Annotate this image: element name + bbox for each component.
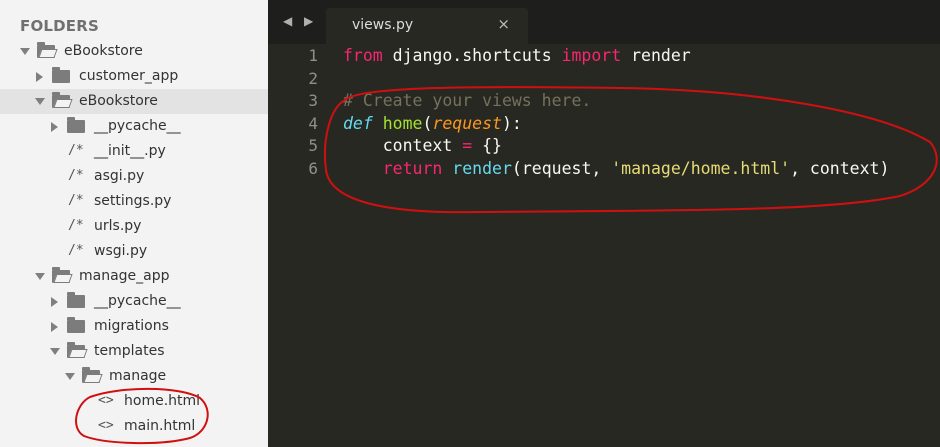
disclosure-open-icon[interactable] (35, 273, 45, 280)
tab-nav-arrows[interactable]: ◀ ▶ (283, 14, 317, 28)
tree-item-label: __init__.py (94, 143, 166, 159)
html-file-icon: <> (98, 418, 114, 433)
tree-item[interactable]: eBookstore (0, 89, 268, 114)
line-number: 6 (308, 159, 318, 178)
folder-open-icon (82, 367, 100, 383)
tree-item-label: urls.py (94, 218, 142, 234)
code-token: context (343, 136, 463, 156)
disclosure-closed-icon[interactable] (51, 297, 58, 307)
python-file-icon: /* (68, 218, 84, 233)
tree-item[interactable]: manage (0, 364, 268, 389)
code-token: (request, (511, 159, 612, 178)
tree-item-label: home.html (124, 393, 201, 409)
code-token: def (343, 113, 373, 133)
code-token: home (382, 113, 423, 133)
code-line[interactable]: context = {} (343, 136, 502, 155)
code-token: return (382, 159, 443, 178)
tree-item-label: __pycache__ (94, 118, 181, 134)
sidebar: FOLDERS eBookstore customer_app eBookstore… (0, 0, 268, 447)
folder-icon (67, 317, 85, 333)
tree-item[interactable]: /* settings.py (0, 189, 268, 214)
code-token: ( (422, 113, 433, 133)
tree-item[interactable]: manage_app (0, 264, 268, 289)
tree-item[interactable]: <> main.html (0, 414, 268, 439)
code-line[interactable]: def home(request): (343, 114, 522, 133)
line-number: 2 (308, 68, 318, 88)
code-line[interactable]: return render(request, 'manage/home.html… (343, 159, 890, 178)
python-file-icon: /* (68, 193, 84, 208)
python-file-icon: /* (68, 143, 84, 158)
tree-item[interactable]: customer_app (0, 64, 268, 89)
tree-item-label: manage (109, 368, 167, 384)
folder-icon (67, 117, 85, 133)
line-number: 1 (308, 46, 318, 65)
tab-views-py[interactable]: views.py × (326, 8, 528, 44)
folder-open-icon (52, 92, 70, 108)
code-editor[interactable]: from django.shortcuts import render # Cre… (343, 44, 940, 447)
tree-item[interactable]: __pycache__ (0, 114, 268, 139)
code-token: render (452, 159, 512, 178)
folder-open-icon (52, 267, 70, 283)
tree-item[interactable]: /* wsgi.py (0, 239, 268, 264)
tree-item[interactable]: /* urls.py (0, 214, 268, 239)
line-number-gutter: 1 2 34 5 6 (268, 44, 328, 447)
tree-item-label: main.html (124, 418, 196, 434)
disclosure-closed-icon[interactable] (51, 322, 58, 332)
folder-icon (67, 292, 85, 308)
disclosure-open-icon[interactable] (50, 348, 60, 355)
code-line[interactable]: # Create your views here. (343, 91, 591, 110)
code-token: , context) (790, 159, 890, 178)
code-token: # Create your views here. (343, 91, 592, 111)
folders-title: FOLDERS (20, 17, 100, 35)
tree-item[interactable]: templates (0, 339, 268, 364)
folder-open-icon (67, 342, 85, 358)
code-token: from (343, 46, 383, 65)
tree-item-label: migrations (94, 318, 169, 334)
disclosure-open-icon[interactable] (35, 98, 45, 105)
tab-label: views.py (352, 17, 414, 33)
tree-item[interactable]: eBookstore (0, 39, 268, 64)
tree-item[interactable]: /* asgi.py (0, 164, 268, 189)
html-file-icon: <> (98, 393, 114, 408)
code-token: django.shortcuts (382, 46, 562, 65)
folder-open-icon (37, 42, 55, 58)
code-token: request (432, 113, 502, 133)
tree-item-label: settings.py (94, 193, 172, 209)
code-line[interactable]: from django.shortcuts import render (343, 46, 691, 65)
tree-item[interactable]: <> home.html (0, 389, 268, 414)
disclosure-open-icon[interactable] (65, 373, 75, 380)
tree-item[interactable]: __pycache__ (0, 289, 268, 314)
tab-bar: ◀ ▶ views.py × (268, 0, 940, 44)
disclosure-open-icon[interactable] (20, 48, 30, 55)
tree-item-label: customer_app (79, 68, 179, 84)
code-token: {} (472, 136, 502, 156)
tree-item[interactable]: migrations (0, 314, 268, 339)
line-number: 4 (308, 113, 318, 133)
disclosure-closed-icon[interactable] (51, 122, 58, 132)
code-token: import (561, 46, 622, 65)
code-token: = (462, 136, 473, 156)
tree-item-label: eBookstore (64, 43, 143, 59)
python-file-icon: /* (68, 168, 84, 183)
tree-item-label: asgi.py (94, 168, 145, 184)
tree-item-label: wsgi.py (94, 243, 148, 259)
disclosure-closed-icon[interactable] (36, 72, 43, 82)
python-file-icon: /* (68, 243, 84, 258)
tree-item[interactable]: /* __init__.py (0, 139, 268, 164)
tree-item-label: __pycache__ (94, 293, 181, 309)
folder-icon (52, 67, 70, 83)
tree-item-label: templates (94, 343, 165, 359)
tree-item-label: eBookstore (79, 93, 158, 109)
code-token: ): (501, 113, 522, 133)
code-token: render (621, 46, 691, 65)
line-number: 5 (308, 136, 318, 156)
close-icon[interactable]: × (497, 15, 510, 33)
tree-item-label: manage_app (79, 268, 170, 284)
line-number: 3 (308, 91, 318, 111)
code-token: 'manage/home.html' (611, 159, 791, 178)
